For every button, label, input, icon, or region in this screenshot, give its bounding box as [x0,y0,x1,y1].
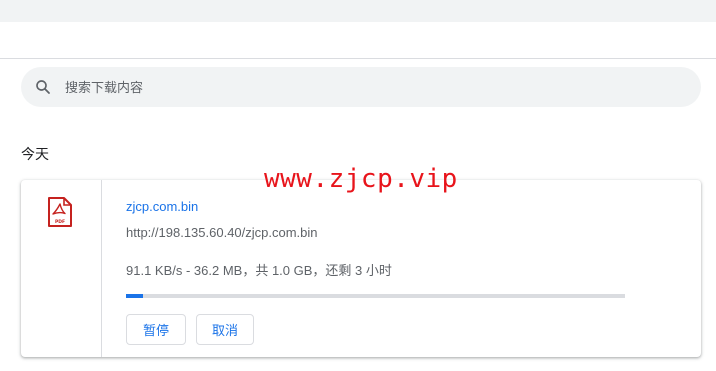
download-progress-bar [126,294,625,298]
pdf-file-icon: PDF [48,197,72,227]
top-toolbar-strip [0,0,716,22]
file-name-link[interactable]: zjcp.com.bin [126,199,198,214]
watermark-text: www.zjcp.vip [264,164,458,194]
download-status-text: 91.1 KB/s - 36.2 MB，共 1.0 GB，还剩 3 小时 [126,263,392,278]
file-source-url[interactable]: http://198.135.60.40/zjcp.com.bin [126,225,318,240]
file-icon-column: PDF [21,180,102,357]
download-progress-fill [126,294,144,298]
header-bar [0,22,716,59]
search-input[interactable] [65,67,685,107]
search-box[interactable] [21,67,701,107]
download-item-card: PDF zjcp.com.bin http://198.135.60.40/zj… [21,180,701,357]
search-icon [36,80,50,94]
section-date-heading: 今天 [21,146,49,162]
pause-button[interactable]: 暂停 [126,314,186,345]
svg-text:PDF: PDF [55,219,65,225]
cancel-button[interactable]: 取消 [196,314,254,345]
